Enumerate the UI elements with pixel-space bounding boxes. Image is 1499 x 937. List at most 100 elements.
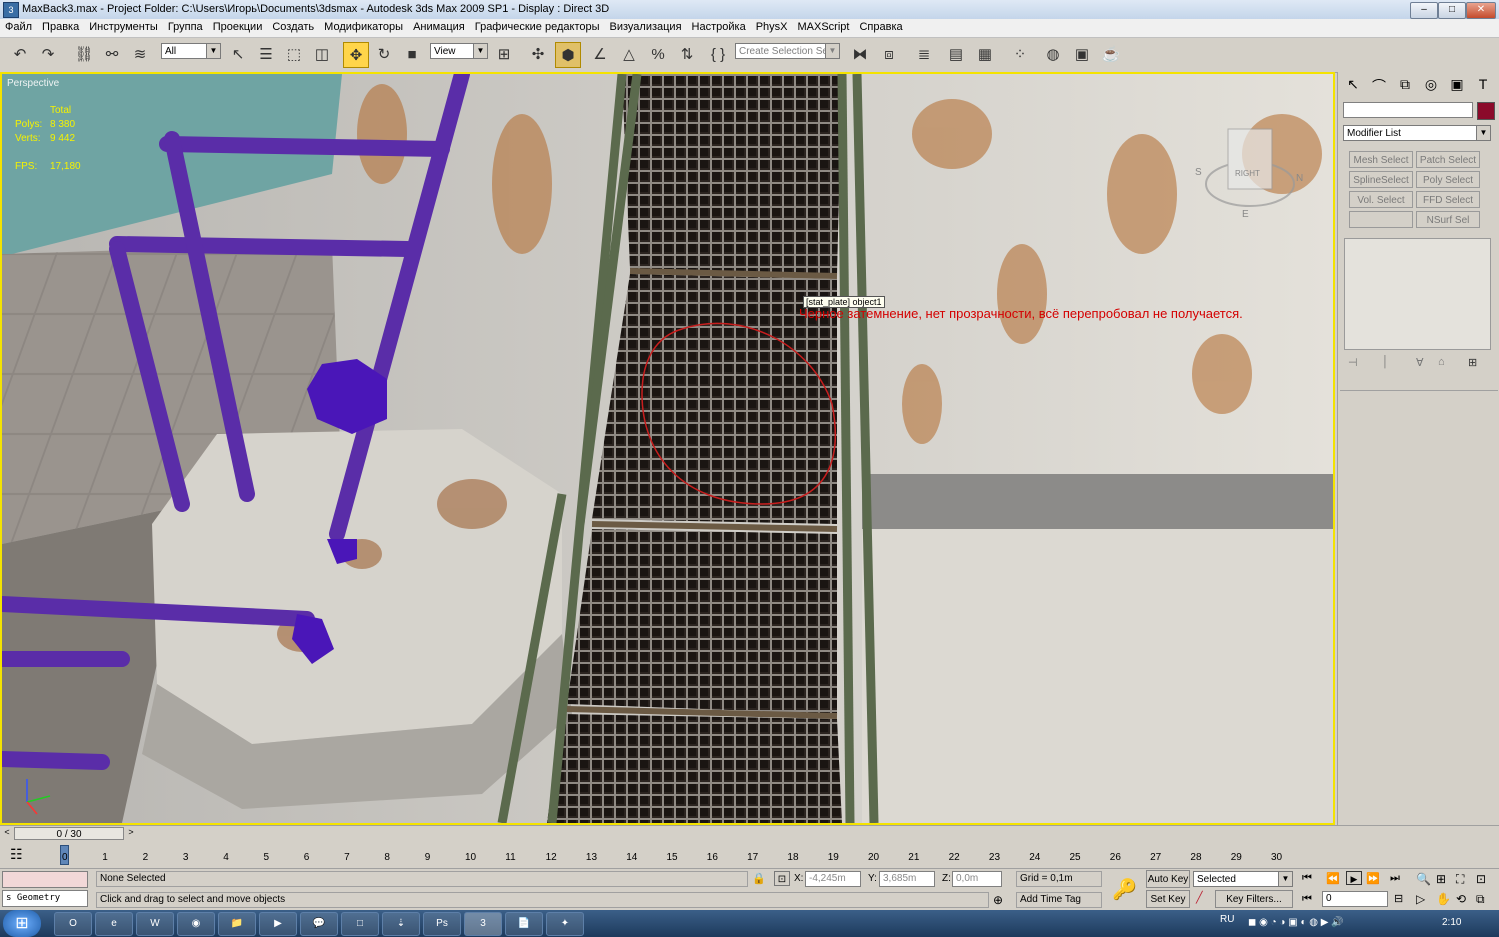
named-selection-sets-dropdown[interactable]: Create Selection Se ▼ — [735, 43, 840, 59]
spinner-snap-icon[interactable]: ⇅ — [675, 42, 699, 66]
configure-sets-icon[interactable]: ⊞ — [1468, 356, 1477, 369]
close-button[interactable]: ✕ — [1466, 2, 1496, 19]
mesh-select-button[interactable]: Mesh Select — [1349, 151, 1413, 168]
z-coordinate-field[interactable]: 0,0m — [952, 871, 1002, 887]
maximize-button[interactable]: □ — [1438, 2, 1466, 19]
y-coordinate-field[interactable]: 3,685m — [879, 871, 935, 887]
menu-edit[interactable]: Правка — [37, 19, 84, 35]
bind-space-warp-icon[interactable]: ≋ — [128, 42, 152, 66]
quick-render-icon[interactable]: ☕ — [1099, 42, 1123, 66]
select-by-name-icon[interactable]: ☰ — [254, 42, 278, 66]
poly-select-button[interactable]: Poly Select — [1416, 171, 1480, 188]
menu-help[interactable]: Справка — [854, 19, 907, 35]
reference-coordinate-dropdown[interactable]: View ▼ — [430, 43, 488, 59]
select-and-scale-icon[interactable]: ■ — [400, 42, 424, 66]
nsurf-sel-button[interactable]: NSurf Sel — [1416, 211, 1480, 228]
modifier-stack-list[interactable] — [1344, 238, 1491, 350]
zoom-extents-all-icon[interactable]: ⊡ — [1476, 872, 1486, 886]
zoom-icon[interactable]: 🔍 — [1416, 872, 1431, 886]
clock[interactable]: 2:10 — [1442, 917, 1461, 928]
motion-tab-icon[interactable]: ◎ — [1420, 76, 1442, 96]
time-slider-thumb[interactable]: 0 / 30 — [14, 827, 124, 840]
hierarchy-tab-icon[interactable]: ⧉ — [1394, 76, 1416, 96]
selection-filter-dropdown[interactable]: All ▼ — [161, 43, 221, 59]
key-filters-button[interactable]: Key Filters... — [1215, 890, 1293, 908]
absolute-mode-icon[interactable]: ⊡ — [774, 871, 790, 886]
taskbar-explorer[interactable]: 📁 — [218, 912, 256, 936]
patch-select-button[interactable]: Patch Select — [1416, 151, 1480, 168]
manipulate-icon[interactable]: ✣ — [526, 42, 550, 66]
add-time-tag-button[interactable]: Add Time Tag — [1016, 892, 1102, 908]
menu-animation[interactable]: Анимация — [408, 19, 470, 35]
pan-view-icon[interactable]: ✋ — [1436, 892, 1451, 906]
next-frame-icon[interactable]: ⏩ — [1366, 872, 1380, 885]
modifier-list-dropdown[interactable]: Modifier List ▼ — [1343, 125, 1491, 141]
viewcube-south[interactable]: S — [1195, 166, 1202, 180]
taskbar-opera[interactable]: O — [54, 912, 92, 936]
object-color-swatch[interactable] — [1477, 102, 1495, 120]
object-name-field[interactable] — [1343, 102, 1473, 118]
menu-customize[interactable]: Настройка — [687, 19, 751, 35]
menu-group[interactable]: Группа — [163, 19, 208, 35]
schematic-view-icon[interactable]: ⁘ — [1008, 42, 1032, 66]
menu-create[interactable]: Создать — [267, 19, 319, 35]
language-indicator[interactable]: RU — [1220, 914, 1234, 925]
menu-maxscript[interactable]: MAXScript — [793, 19, 855, 35]
time-configuration-icon[interactable]: ⊟ — [1394, 892, 1403, 905]
show-end-result-icon[interactable]: │ — [1382, 356, 1389, 368]
mirror-icon[interactable]: ⧓ — [848, 42, 872, 66]
select-object-icon[interactable]: ↖ — [226, 42, 250, 66]
empty-modifier-button[interactable] — [1349, 211, 1413, 228]
undo-icon[interactable]: ↶ — [8, 42, 32, 66]
layer-manager-icon[interactable]: ≣ — [912, 42, 936, 66]
menu-file[interactable]: Файл — [0, 19, 37, 35]
default-in-out-tangent-icon[interactable]: ╱ — [1196, 891, 1203, 904]
edit-named-selections-icon[interactable]: { } — [706, 42, 730, 66]
time-next-button[interactable]: > — [126, 827, 136, 840]
viewcube-face-right[interactable]: RIGHT — [1235, 167, 1260, 181]
mini-curve-editor-icon[interactable]: ☷ — [10, 846, 23, 863]
select-and-rotate-icon[interactable]: ↻ — [372, 42, 396, 66]
graphite-ribbon-icon[interactable]: ▤ — [944, 42, 968, 66]
pivot-center-icon[interactable]: ⊞ — [492, 42, 516, 66]
taskbar-3dsmax[interactable]: 3 — [464, 912, 502, 936]
track-bar[interactable]: ☷ 0 1 2 3 4 5 6 7 8 9 10 11 12 13 14 15 16 17 18 19 20 21 22 23… — [0, 841, 1499, 868]
auto-key-button[interactable]: Auto Key — [1146, 870, 1190, 888]
create-tab-icon[interactable]: ↖ — [1342, 76, 1364, 96]
make-unique-icon[interactable]: ∀ — [1416, 356, 1424, 369]
menu-views[interactable]: Проекции — [208, 19, 268, 35]
pin-stack-icon[interactable]: ⊣ — [1348, 356, 1358, 369]
vol-select-button[interactable]: Vol. Select — [1349, 191, 1413, 208]
taskbar-document[interactable]: 📄 — [505, 912, 543, 936]
utilities-tab-icon[interactable]: T — [1472, 76, 1494, 96]
field-of-view-icon[interactable]: ▷ — [1416, 892, 1425, 906]
viewport-label[interactable]: Perspective — [7, 77, 59, 91]
go-to-start-icon[interactable]: ⏮ — [1302, 872, 1312, 885]
current-frame-field[interactable]: 0 — [1322, 891, 1388, 907]
taskbar-word[interactable]: W — [136, 912, 174, 936]
taskbar-messenger[interactable]: 💬 — [300, 912, 338, 936]
zoom-all-icon[interactable]: ⊞ — [1436, 872, 1446, 886]
taskbar-internet-explorer[interactable]: e — [95, 912, 133, 936]
display-tab-icon[interactable]: ▣ — [1446, 76, 1468, 96]
keyboard-shortcut-toggle-icon[interactable]: ⬢ — [555, 42, 581, 68]
snaps-toggle-icon[interactable]: ∠ — [588, 42, 612, 66]
key-mode-toggle-icon[interactable]: ⏮ — [1302, 893, 1312, 906]
rectangular-selection-icon[interactable]: ⬚ — [282, 42, 306, 66]
set-key-button[interactable]: Set Key — [1146, 890, 1190, 908]
zoom-extents-icon[interactable]: ⛶ — [1456, 872, 1464, 887]
x-coordinate-field[interactable]: -4,245m — [805, 871, 861, 887]
time-slider[interactable]: < 0 / 30 > — [0, 825, 1499, 842]
viewcube-east[interactable]: E — [1242, 208, 1249, 222]
spline-select-button[interactable]: SplineSelect — [1349, 171, 1413, 188]
lock-selection-icon[interactable]: 🔒 — [752, 872, 766, 885]
time-prev-button[interactable]: < — [2, 827, 12, 840]
menu-physx[interactable]: PhysX — [751, 19, 793, 35]
menu-modifiers[interactable]: Модификаторы — [319, 19, 408, 35]
angle-snap-icon[interactable]: △ — [617, 42, 641, 66]
curve-editor-icon[interactable]: ▦ — [973, 42, 997, 66]
window-crossing-icon[interactable]: ◫ — [310, 42, 334, 66]
3ds-max-icon[interactable]: 3 — [3, 2, 19, 18]
remove-modifier-icon[interactable]: ⌂ — [1438, 356, 1445, 368]
unlink-icon[interactable]: ⚯ — [100, 42, 124, 66]
